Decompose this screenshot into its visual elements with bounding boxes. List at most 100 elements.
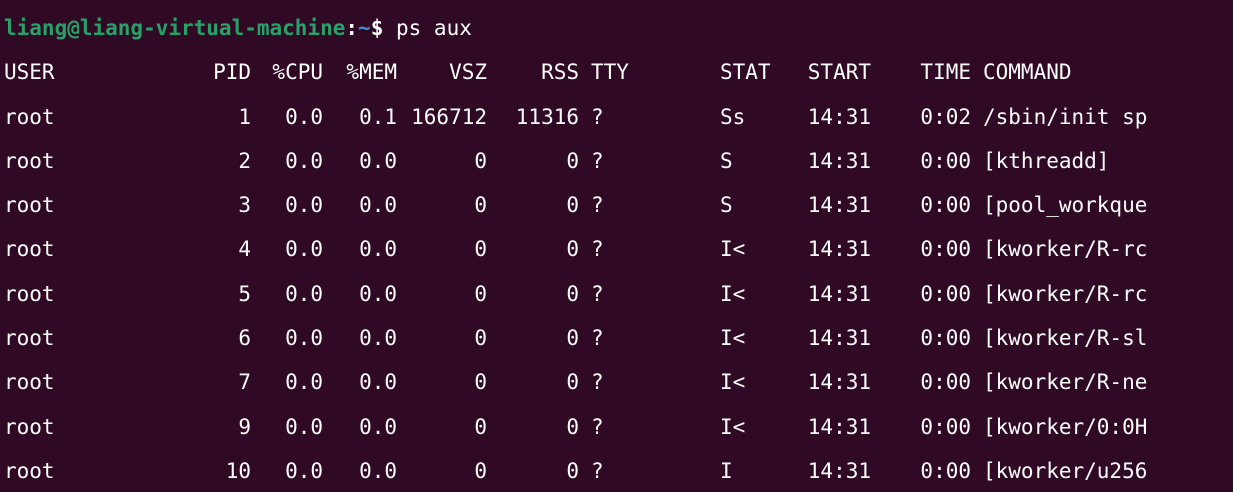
cell-command: /sbin/init sp bbox=[983, 104, 1148, 129]
cell-rss: 0 bbox=[566, 326, 579, 351]
cell-command: [kthreadd] bbox=[983, 148, 1110, 173]
cell-tty: ? bbox=[591, 281, 604, 306]
prompt-line: liang@liang-virtual-machine: ~ $ ps aux bbox=[4, 8, 1233, 52]
cell-vsz: 0 bbox=[474, 458, 487, 483]
table-row: root 1 0.0 0.1 166712 11316? Ss 14:31 0:02/sbin/… bbox=[4, 97, 1233, 141]
header-mem: %MEM bbox=[346, 60, 397, 85]
cell-stat: I bbox=[720, 458, 733, 483]
cell-pid: 2 bbox=[238, 148, 251, 173]
cell-cpu: 0.0 bbox=[285, 104, 323, 129]
prompt-path: ~ bbox=[358, 16, 371, 40]
header-pid: PID bbox=[213, 60, 251, 85]
cell-mem: 0.0 bbox=[359, 458, 397, 483]
cell-user: root bbox=[4, 237, 55, 262]
cell-stat: I< bbox=[720, 326, 746, 351]
cell-start: 14:31 bbox=[807, 414, 871, 439]
cell-rss: 0 bbox=[566, 370, 579, 395]
cell-command: [kworker/u256 bbox=[983, 458, 1148, 483]
cell-pid: 9 bbox=[238, 414, 251, 439]
cell-start: 14:31 bbox=[807, 370, 871, 395]
cell-command: [kworker/R-ne bbox=[983, 370, 1148, 395]
cell-start: 14:31 bbox=[807, 281, 871, 306]
cell-mem: 0.0 bbox=[359, 370, 397, 395]
cell-tty: ? bbox=[591, 458, 604, 483]
cell-pid: 10 bbox=[225, 458, 251, 483]
cell-time: 0:00 bbox=[920, 237, 971, 262]
cell-vsz: 0 bbox=[474, 414, 487, 439]
cell-pid: 5 bbox=[238, 281, 251, 306]
cell-time: 0:00 bbox=[920, 148, 971, 173]
cell-tty: ? bbox=[591, 370, 604, 395]
cell-cpu: 0.0 bbox=[285, 281, 323, 306]
cell-pid: 6 bbox=[238, 326, 251, 351]
cell-start: 14:31 bbox=[807, 458, 871, 483]
table-row: root 2 0.0 0.0 0 0? S 14:31 0:00 [kthreadd] bbox=[4, 141, 1233, 185]
cell-start: 14:31 bbox=[807, 237, 871, 262]
cell-tty: ? bbox=[591, 193, 604, 218]
cell-time: 0:00 bbox=[920, 281, 971, 306]
header-start: START bbox=[807, 60, 871, 85]
cell-vsz: 0 bbox=[474, 148, 487, 173]
cell-user: root bbox=[4, 370, 55, 395]
cell-command: [kworker/0:0H bbox=[983, 414, 1148, 439]
cell-tty: ? bbox=[591, 148, 604, 173]
cell-cpu: 0.0 bbox=[285, 326, 323, 351]
cell-tty: ? bbox=[591, 414, 604, 439]
cell-stat: I< bbox=[720, 370, 746, 395]
cell-user: root bbox=[4, 414, 55, 439]
cell-rss: 0 bbox=[566, 193, 579, 218]
table-row: root 4 0.0 0.0 0 0? I< 14:31 0:00 [kworker/R-rc bbox=[4, 229, 1233, 273]
cell-start: 14:31 bbox=[807, 193, 871, 218]
cell-mem: 0.1 bbox=[359, 104, 397, 129]
cell-user: root bbox=[4, 458, 55, 483]
table-row: root 9 0.0 0.0 0 0? I< 14:31 0:00 [kworker/0:0H bbox=[4, 407, 1233, 451]
typed-command: ps aux bbox=[383, 8, 472, 52]
cell-user: root bbox=[4, 281, 55, 306]
cell-command: [kworker/R-rc bbox=[983, 237, 1148, 262]
cell-cpu: 0.0 bbox=[285, 148, 323, 173]
command-text: ps aux bbox=[396, 16, 472, 40]
cell-pid: 4 bbox=[238, 237, 251, 262]
cell-time: 0:02 bbox=[920, 104, 971, 129]
cell-mem: 0.0 bbox=[359, 237, 397, 262]
prompt-dollar: $ bbox=[370, 16, 384, 40]
cell-rss: 11316 bbox=[515, 104, 579, 129]
header-vsz: VSZ bbox=[449, 60, 487, 85]
header-command: COMMAND bbox=[983, 60, 1072, 85]
terminal-window[interactable]: liang@liang-virtual-machine: ~ $ ps aux US… bbox=[0, 0, 1233, 492]
cell-vsz: 0 bbox=[474, 370, 487, 395]
table-row: root 3 0.0 0.0 0 0? S 14:31 0:00 [pool_workque bbox=[4, 185, 1233, 229]
cell-pid: 1 bbox=[238, 104, 251, 129]
table-header-row: USER PID %CPU %MEM VSZ RSS TTY STAT STAR… bbox=[4, 52, 1233, 96]
table-row: root 6 0.0 0.0 0 0? I< 14:31 0:00 [kworker/R-sl bbox=[4, 318, 1233, 362]
prompt-separator: : bbox=[345, 16, 359, 40]
header-rss: RSS bbox=[541, 60, 579, 85]
cell-time: 0:00 bbox=[920, 414, 971, 439]
header-cpu: %CPU bbox=[272, 60, 323, 85]
cell-tty: ? bbox=[591, 104, 604, 129]
cell-mem: 0.0 bbox=[359, 414, 397, 439]
cell-user: root bbox=[4, 326, 55, 351]
cell-stat: S bbox=[720, 148, 733, 173]
cell-stat: I< bbox=[720, 281, 746, 306]
cell-tty: ? bbox=[591, 237, 604, 262]
cell-user: root bbox=[4, 193, 55, 218]
cell-vsz: 0 bbox=[474, 281, 487, 306]
cell-rss: 0 bbox=[566, 281, 579, 306]
header-time: TIME bbox=[920, 60, 971, 85]
cell-time: 0:00 bbox=[920, 193, 971, 218]
cell-vsz: 0 bbox=[474, 326, 487, 351]
cell-rss: 0 bbox=[566, 414, 579, 439]
cell-stat: S bbox=[720, 193, 733, 218]
cell-stat: Ss bbox=[720, 104, 746, 129]
cell-start: 14:31 bbox=[807, 148, 871, 173]
cell-cpu: 0.0 bbox=[285, 237, 323, 262]
cell-vsz: 166712 bbox=[411, 104, 487, 129]
prompt-user-host: liang@liang-virtual-machine bbox=[4, 16, 346, 40]
cell-time: 0:00 bbox=[920, 370, 971, 395]
cell-user: root bbox=[4, 104, 55, 129]
cell-rss: 0 bbox=[566, 237, 579, 262]
cell-mem: 0.0 bbox=[359, 326, 397, 351]
cell-time: 0:00 bbox=[920, 326, 971, 351]
cell-cpu: 0.0 bbox=[285, 370, 323, 395]
